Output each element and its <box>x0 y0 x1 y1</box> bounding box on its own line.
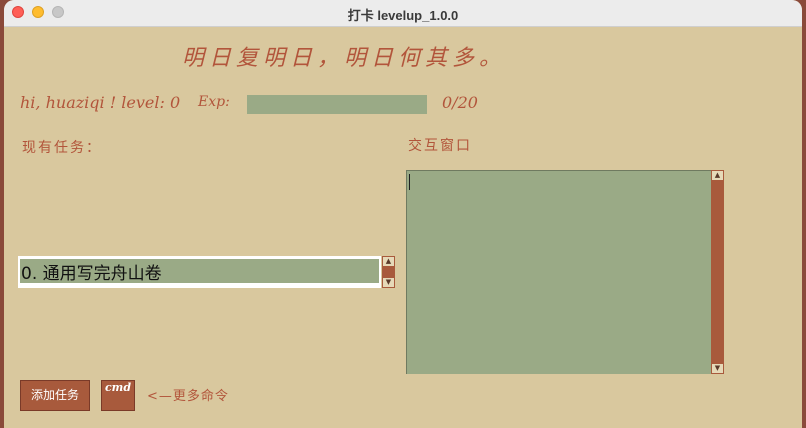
exp-progress-track <box>247 95 427 114</box>
window-title: 打卡 levelup_1.0.0 <box>347 8 459 23</box>
user-level-status: hi, huaziqi ! level: 0 <box>20 93 181 112</box>
interaction-scrollbar[interactable]: ▲ ▼ <box>711 170 724 374</box>
task-listbox[interactable]: 0. 通用写完舟山卷 <box>18 256 381 288</box>
text-cursor <box>409 174 410 190</box>
cmd-button[interactable]: cmd <box>101 380 135 411</box>
scroll-down-arrow-icon[interactable]: ▼ <box>383 278 394 287</box>
scroll-up-arrow-icon[interactable]: ▲ <box>712 171 723 180</box>
scroll-down-arrow-icon[interactable]: ▼ <box>712 364 723 373</box>
tasks-label: 现有任务： <box>22 140 102 156</box>
add-task-button[interactable]: 添加任务 <box>20 380 90 411</box>
exp-progress-bar <box>247 95 427 114</box>
task-list-item[interactable]: 0. 通用写完舟山卷 <box>20 259 379 283</box>
interaction-label: 交互窗口 <box>408 138 472 154</box>
interaction-textarea[interactable] <box>406 170 711 374</box>
app-window: 打卡 levelup_1.0.0 明日复明日，明日何其多。 hi, huaziq… <box>4 0 802 428</box>
motto-heading: 明日复明日，明日何其多。 <box>182 46 507 71</box>
title-bar[interactable]: 打卡 levelup_1.0.0 <box>4 0 802 27</box>
more-commands-hint: <—更多命令 <box>147 389 229 404</box>
exp-label: Exp: <box>198 94 230 110</box>
task-list-scrollbar[interactable]: ▲ ▼ <box>382 256 395 288</box>
exp-count: 0/20 <box>442 93 478 112</box>
scroll-up-arrow-icon[interactable]: ▲ <box>383 257 394 266</box>
